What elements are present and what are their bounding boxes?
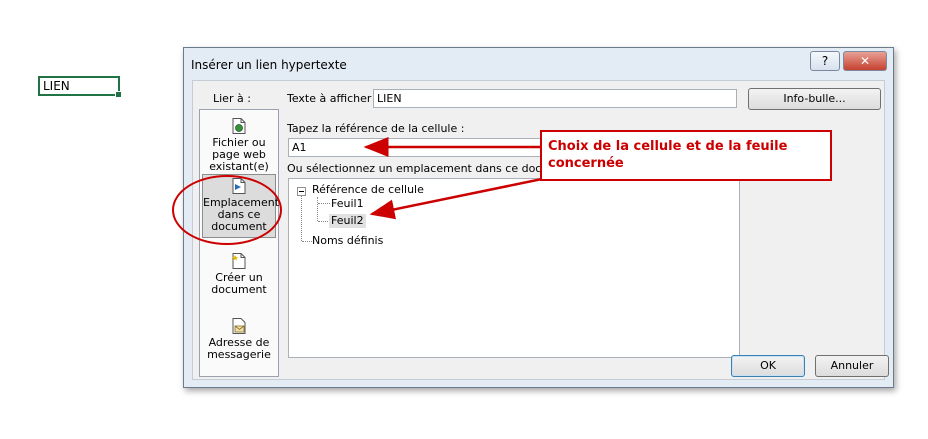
arrow-to-feuil2 <box>369 177 543 220</box>
annotation-arrows <box>363 137 543 220</box>
